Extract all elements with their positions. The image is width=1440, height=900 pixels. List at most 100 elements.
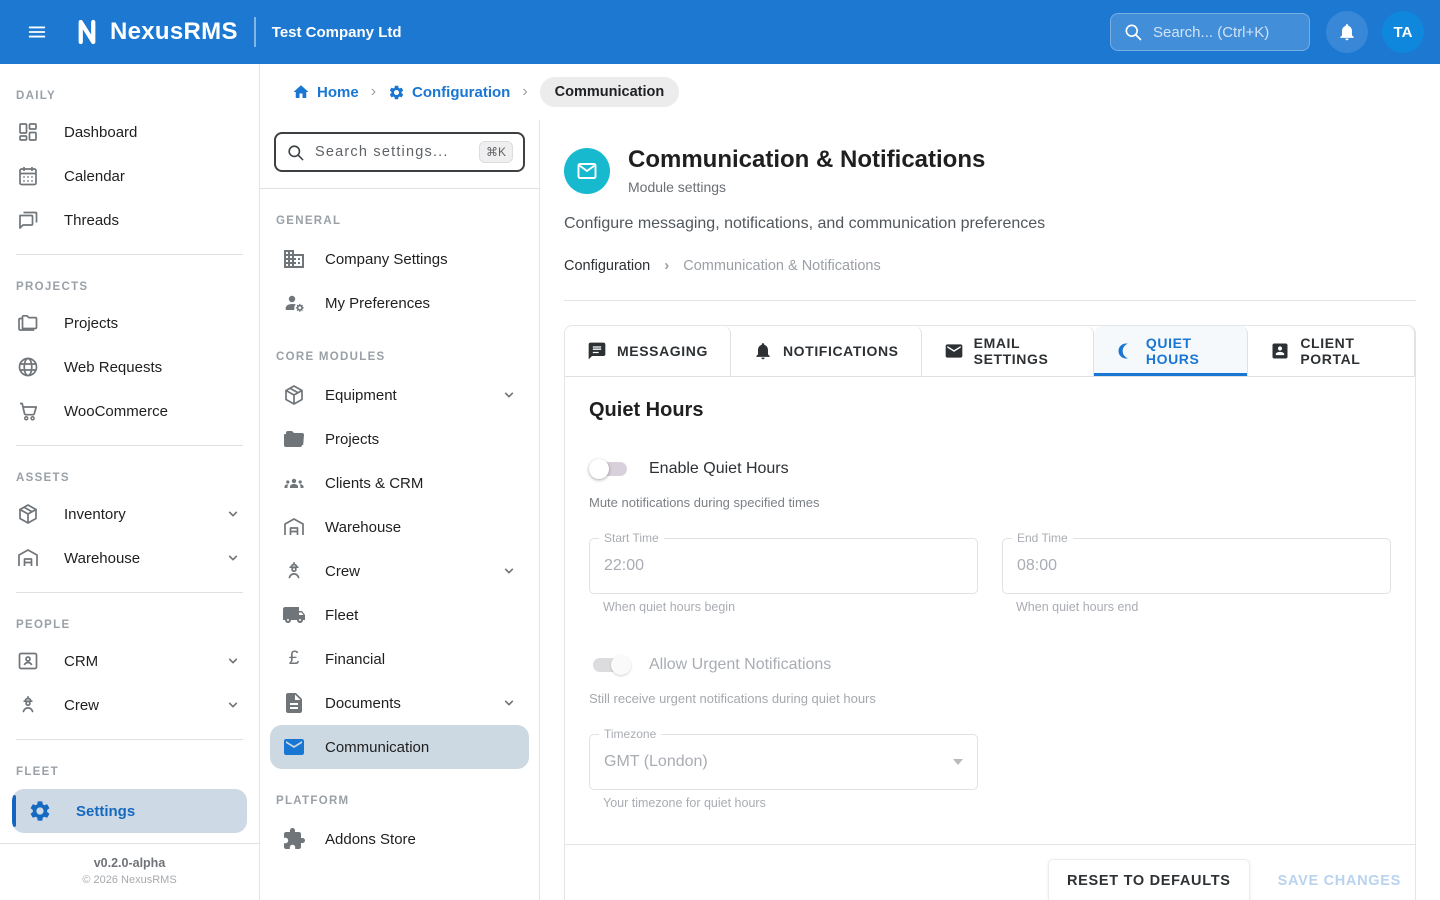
start-time-field[interactable]: Start Time 22:00 <box>589 538 978 594</box>
settings-search[interactable]: ⌘K <box>274 132 525 172</box>
notifications-button[interactable] <box>1326 11 1368 53</box>
tab-email-settings[interactable]: EMAIL SETTINGS <box>922 326 1094 376</box>
tab-quiet-hours[interactable]: QUIET HOURS <box>1094 326 1248 376</box>
sidebar-divider <box>16 254 243 255</box>
allow-urgent-notifications-toggle <box>593 658 627 672</box>
reset-to-defaults-button[interactable]: RESET TO DEFAULTS <box>1048 859 1250 900</box>
chevron-down-icon[interactable] <box>223 695 243 715</box>
truck-icon <box>282 603 306 627</box>
nav-divider <box>260 188 539 189</box>
sidebar-item-crm[interactable]: CRM <box>0 639 259 683</box>
app-version: v0.2.0-alpha <box>12 856 247 870</box>
field-label: Timezone <box>599 727 661 741</box>
hamburger-menu-button[interactable] <box>16 11 58 53</box>
home-icon <box>292 83 310 101</box>
tab-label: EMAIL SETTINGS <box>974 335 1071 367</box>
nav-item-my-preferences[interactable]: My Preferences <box>270 281 529 325</box>
nav-item-label: Crew <box>325 563 480 580</box>
breadcrumb-home[interactable]: Home <box>292 83 359 101</box>
nav-item-crew[interactable]: Crew <box>270 549 529 593</box>
global-search[interactable] <box>1110 13 1310 51</box>
nav-item-fleet[interactable]: Fleet <box>270 593 529 637</box>
sidebar-item-label: Crew <box>64 697 199 714</box>
sidebar-item-settings[interactable]: Settings <box>12 789 247 833</box>
search-icon <box>1123 22 1143 42</box>
nav-item-financial[interactable]: £ Financial <box>270 637 529 681</box>
account-box-icon <box>1270 341 1290 361</box>
global-search-input[interactable] <box>1153 24 1297 41</box>
nav-item-clients-crm[interactable]: Clients & CRM <box>270 461 529 505</box>
module-divider <box>564 300 1416 301</box>
nav-item-documents[interactable]: Documents <box>270 681 529 725</box>
copyright: © 2026 NexusRMS <box>12 874 247 886</box>
sidebar-item-calendar[interactable]: Calendar <box>0 154 259 198</box>
nav-item-communication[interactable]: Communication <box>270 725 529 769</box>
sidebar-item-crew[interactable]: Crew <box>0 683 259 727</box>
nav-item-projects[interactable]: Projects <box>270 417 529 461</box>
toggle-helper-text: Still receive urgent notifications durin… <box>589 691 1391 706</box>
chevron-down-icon[interactable] <box>499 385 519 405</box>
tab-label: QUIET HOURS <box>1146 335 1225 367</box>
tab-messaging[interactable]: MESSAGING <box>565 326 731 376</box>
sidebar-item-label: Dashboard <box>64 124 243 141</box>
brand[interactable]: NexusRMS <box>72 17 238 47</box>
document-icon <box>282 691 306 715</box>
nav-item-addons-store[interactable]: Addons Store <box>270 817 529 861</box>
card-footer: RESET TO DEFAULTS SAVE CHANGES <box>565 844 1415 900</box>
timezone-select[interactable]: Timezone GMT (London) <box>589 734 978 790</box>
nav-item-equipment[interactable]: Equipment <box>270 373 529 417</box>
sidebar-item-warehouse[interactable]: Warehouse <box>0 536 259 580</box>
user-avatar[interactable]: TA <box>1382 11 1424 53</box>
end-time-field[interactable]: End Time 08:00 <box>1002 538 1391 594</box>
contact-card-icon <box>16 649 40 673</box>
nav-item-company-settings[interactable]: Company Settings <box>270 237 529 281</box>
sidebar-item-projects[interactable]: Projects <box>0 301 259 345</box>
nav-item-label: Equipment <box>325 387 480 404</box>
settings-search-input[interactable] <box>315 144 469 160</box>
brand-name: NexusRMS <box>110 18 238 46</box>
breadcrumb-current: Communication <box>540 77 680 107</box>
people-group-icon <box>282 471 306 495</box>
box-icon <box>16 502 40 526</box>
nav-item-label: Financial <box>325 651 519 668</box>
nav-item-label: Company Settings <box>325 251 519 268</box>
chevron-down-icon[interactable] <box>499 693 519 713</box>
sidebar-item-inventory[interactable]: Inventory <box>0 492 259 536</box>
module-envelope-icon <box>564 148 610 194</box>
sidebar-item-web-requests[interactable]: Web Requests <box>0 345 259 389</box>
sidebar-item-label: Inventory <box>64 506 199 523</box>
building-icon <box>282 247 306 271</box>
page-subtitle: Module settings <box>628 179 985 195</box>
keyboard-shortcut-badge: ⌘K <box>479 141 513 163</box>
gear-icon <box>28 799 52 823</box>
sidebar-item-woocommerce[interactable]: WooCommerce <box>0 389 259 433</box>
chevron-down-icon[interactable] <box>223 504 243 524</box>
breadcrumb-configuration[interactable]: Configuration <box>388 84 510 101</box>
chevron-down-icon[interactable] <box>223 651 243 671</box>
sidebar-item-threads[interactable]: Threads <box>0 198 259 242</box>
topbar-divider <box>254 17 256 47</box>
chevron-down-icon[interactable] <box>223 548 243 568</box>
envelope-icon <box>944 341 964 361</box>
bell-icon <box>1337 22 1357 42</box>
chevron-down-icon[interactable] <box>499 561 519 581</box>
folder-icon <box>16 311 40 335</box>
settings-card: MESSAGING NOTIFICATIONS EM <box>564 325 1416 900</box>
module-breadcrumb: Configuration › Communication & Notifica… <box>564 257 1416 274</box>
module-breadcrumb-parent[interactable]: Configuration <box>564 258 650 274</box>
envelope-icon <box>282 735 306 759</box>
threads-icon <box>16 208 40 232</box>
tab-label: NOTIFICATIONS <box>783 343 899 359</box>
tab-label: CLIENT PORTAL <box>1300 335 1392 367</box>
nav-item-label: Addons Store <box>325 831 519 848</box>
sidebar-item-dashboard[interactable]: Dashboard <box>0 110 259 154</box>
nexus-logo-icon <box>72 17 102 47</box>
sidebar-footer: v0.2.0-alpha © 2026 NexusRMS <box>0 843 259 890</box>
save-changes-button[interactable]: SAVE CHANGES <box>1264 859 1415 900</box>
enable-quiet-hours-toggle[interactable] <box>593 462 627 476</box>
sidebar-item-label: CRM <box>64 653 199 670</box>
tab-client-portal[interactable]: CLIENT PORTAL <box>1248 326 1415 376</box>
nav-item-warehouse[interactable]: Warehouse <box>270 505 529 549</box>
tab-notifications[interactable]: NOTIFICATIONS <box>731 326 922 376</box>
field-label: Start Time <box>599 531 664 545</box>
